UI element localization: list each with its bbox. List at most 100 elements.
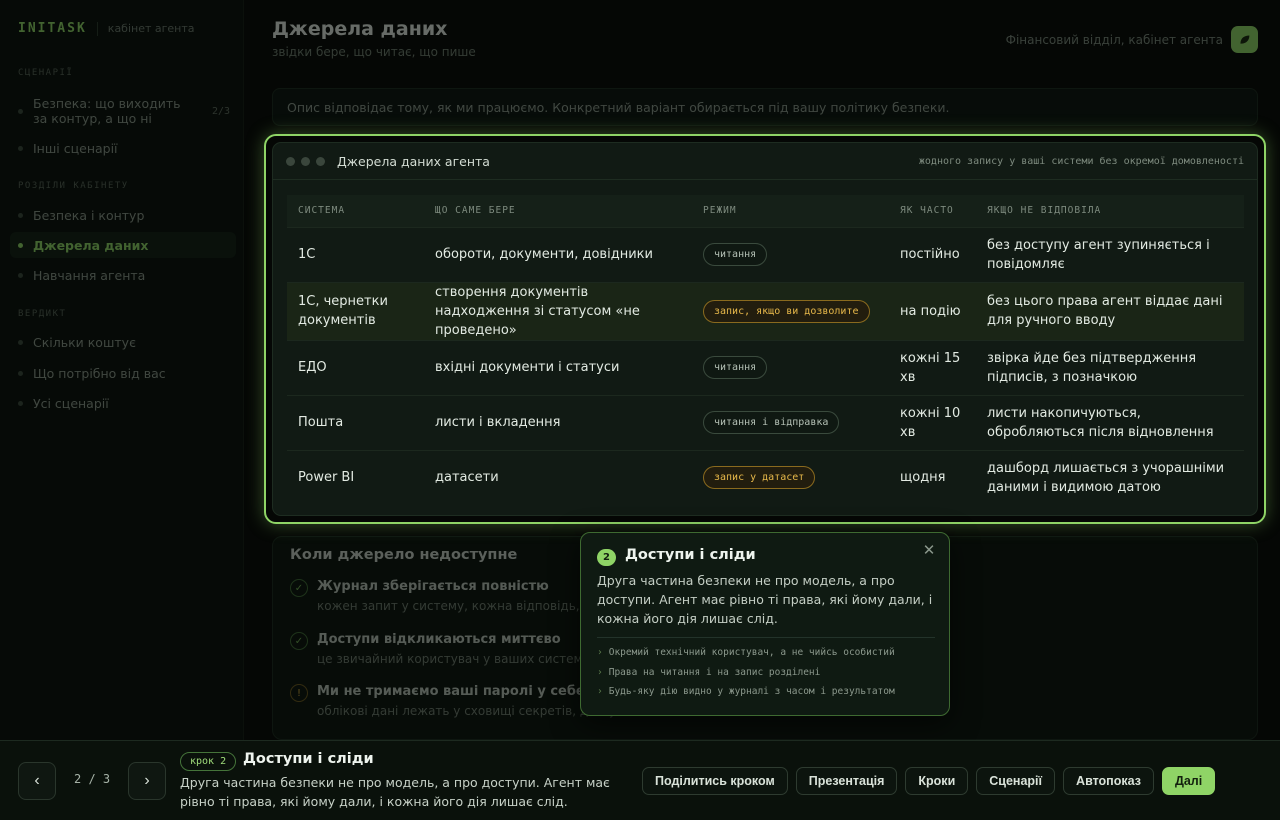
- window-dot-icon: [301, 156, 310, 166]
- list-item: › Будь-яку дію видно у журналі з часом і …: [597, 686, 895, 706]
- item-text: це звичайний користувач у ваших системах: [317, 652, 598, 666]
- popover-bullets: › Окремий технічний користувач, а не чийс…: [597, 647, 895, 706]
- item-title: Ми не тримаємо ваші паролі у себе: [317, 684, 585, 699]
- steps-button[interactable]: Кроки: [905, 767, 969, 795]
- autoplay-button[interactable]: Автопоказ: [1063, 767, 1154, 795]
- cell-mode: читання: [692, 226, 889, 282]
- panel-title: Джерела даних агента: [337, 153, 490, 169]
- card-title: Коли джерело недоступне: [290, 547, 518, 563]
- sidebar-item-label: Безпека: що виходить за контур, а що ні: [33, 96, 181, 126]
- column-header: СИСТЕМА: [287, 195, 424, 227]
- cell-takes: обороти, документи, довідники: [424, 226, 692, 282]
- policy-notice: Опис відповідає тому, як ми працюємо. Ко…: [272, 88, 1258, 126]
- window-dot-icon: [286, 156, 295, 166]
- cell-takes: вхідні документи і статуси: [424, 339, 692, 395]
- cell-system: 1С, чернетки документів: [287, 281, 424, 340]
- panel-note: жодного запису у ваші системи без окремо…: [918, 155, 1244, 167]
- cell-fallback: без цього права агент віддає дані для ру…: [976, 281, 1244, 340]
- sidebar-item-cost[interactable]: Скільки коштує: [10, 332, 236, 352]
- sidebar-section-title: ВЕРДИКТ: [18, 309, 67, 319]
- sidebar-section-title: РОЗДІЛИ КАБІНЕТУ: [18, 181, 129, 191]
- column-header: ЯК ЧАСТО: [889, 195, 976, 227]
- bullet-icon: [18, 370, 23, 376]
- cell-system: 1С: [287, 226, 424, 282]
- chevron-right-icon: ›: [597, 666, 603, 678]
- sidebar-item-all-scenarios[interactable]: Усі сценарії: [10, 393, 236, 413]
- bullet-icon: [18, 108, 23, 114]
- bullet-text: Окремий технічний користувач, а не чийсь…: [608, 647, 895, 658]
- popover-title: Доступи і сліди: [625, 547, 756, 563]
- chevron-right-icon: ›: [597, 686, 603, 697]
- cell-system: ЕДО: [287, 339, 424, 395]
- cell-mode: запис у датасет: [692, 449, 889, 505]
- prev-step-button[interactable]: ‹: [18, 762, 56, 800]
- org-switcher[interactable]: Фінансовий відділ, кабінет агента: [1006, 26, 1258, 53]
- cell-fallback: дашборд лишається з учорашніми даними і …: [976, 449, 1244, 505]
- sidebar-item-count: 2/3: [211, 105, 230, 117]
- sidebar-item-security-perimeter[interactable]: Безпека і контур: [10, 205, 236, 225]
- cell-takes: листи і вкладення: [424, 394, 692, 450]
- window-dot-icon: [316, 156, 325, 166]
- bullet-icon: [18, 339, 23, 345]
- sidebar-item-security-scenario[interactable]: Безпека: що виходить за контур, а що ні …: [10, 95, 236, 127]
- step-number: 2: [597, 549, 616, 566]
- sidebar-item-label: Скільки коштує: [33, 334, 136, 350]
- brand-logo[interactable]: INITASK: [18, 21, 87, 36]
- sidebar-item-label: Навчання агента: [33, 267, 146, 283]
- next-button[interactable]: Далі: [1161, 767, 1216, 795]
- column-header: ЯКЩО НЕ ВІДПОВІЛА: [976, 195, 1244, 227]
- leaf-icon: [1231, 26, 1258, 53]
- brand-subtitle: кабінет агента: [107, 22, 195, 35]
- bullet-icon: [18, 212, 23, 218]
- divider: [597, 637, 935, 638]
- bullet-icon: [18, 145, 23, 151]
- cell-frequency: кожні 15 хв: [889, 339, 976, 395]
- chevron-right-icon: ›: [144, 772, 150, 789]
- sidebar-item-other-scenarios[interactable]: Інші сценарії: [10, 138, 236, 158]
- bullet-icon: [18, 242, 23, 248]
- cell-takes: датасети: [424, 449, 692, 505]
- bullet-text: Права на читання і на запис розділені: [608, 666, 821, 678]
- popover-text: Друга частина безпеки не про модель, а п…: [597, 573, 933, 626]
- close-icon[interactable]: ✕: [919, 540, 939, 560]
- org-name: Фінансовий відділ, кабінет агента: [1005, 32, 1223, 47]
- mode-badge: запис у датасет: [703, 466, 816, 490]
- cell-system: Пошта: [287, 394, 424, 450]
- bullet-icon: [18, 272, 23, 278]
- list-item: › Права на читання і на запис розділені: [597, 667, 895, 687]
- mode-badge: читання і відправка: [703, 411, 840, 434]
- sidebar-item-agent-training[interactable]: Навчання агента: [10, 265, 236, 285]
- scenarios-button[interactable]: Сценарії: [976, 767, 1056, 795]
- page-title: Джерела даних: [272, 18, 448, 40]
- page-subtitle: звідки бере, що читає, що пише: [272, 45, 476, 59]
- table-row: Пошта листи і вкладення читання і відпра…: [287, 394, 1244, 450]
- table-header-row: СИСТЕМА ЩО САМЕ БЕРЕ РЕЖИМ ЯК ЧАСТО ЯКЩО…: [287, 195, 1244, 227]
- tour-popover: 2 Доступи і сліди ✕ Друга частина безпек…: [580, 532, 950, 716]
- list-item: › Окремий технічний користувач, а не чийс…: [597, 647, 895, 667]
- share-step-button[interactable]: Поділитись кроком: [642, 767, 788, 795]
- sidebar-item-label: Безпека і контур: [33, 207, 145, 223]
- cell-system: Power BI: [287, 449, 424, 505]
- warning-icon: !: [290, 684, 308, 702]
- sidebar: INITASK кабінет агента СЦЕНАРІЇ Безпека:…: [0, 0, 244, 740]
- brand[interactable]: INITASK кабінет агента: [18, 21, 195, 36]
- presentation-button[interactable]: Презентація: [795, 767, 898, 795]
- cell-frequency: щодня: [889, 449, 976, 505]
- chevron-right-icon: ›: [597, 647, 603, 658]
- table-row: ЕДО вхідні документи і статуси читання к…: [287, 339, 1244, 395]
- data-sources-panel: Джерела даних агента жодного запису у ва…: [272, 142, 1258, 516]
- cell-mode: запис, якщо ви дозволите: [692, 281, 889, 340]
- chevron-left-icon: ‹: [34, 772, 40, 789]
- sidebar-item-data-sources[interactable]: Джерела даних: [10, 232, 236, 258]
- mode-badge: запис, якщо ви дозволите: [703, 299, 870, 323]
- column-header: РЕЖИМ: [692, 195, 889, 227]
- sidebar-item-label: Що потрібно від вас: [33, 365, 166, 381]
- brand-divider: [96, 21, 98, 36]
- sidebar-section-title: СЦЕНАРІЇ: [18, 68, 74, 78]
- mode-badge: читання: [703, 243, 768, 266]
- next-step-arrow-button[interactable]: ›: [128, 762, 166, 800]
- bullet-text: Будь-яку дію видно у журналі з часом і р…: [608, 686, 895, 697]
- check-icon: ✓: [290, 632, 308, 650]
- sidebar-item-requirements[interactable]: Що потрібно від вас: [10, 363, 236, 383]
- cell-frequency: на подію: [889, 281, 976, 340]
